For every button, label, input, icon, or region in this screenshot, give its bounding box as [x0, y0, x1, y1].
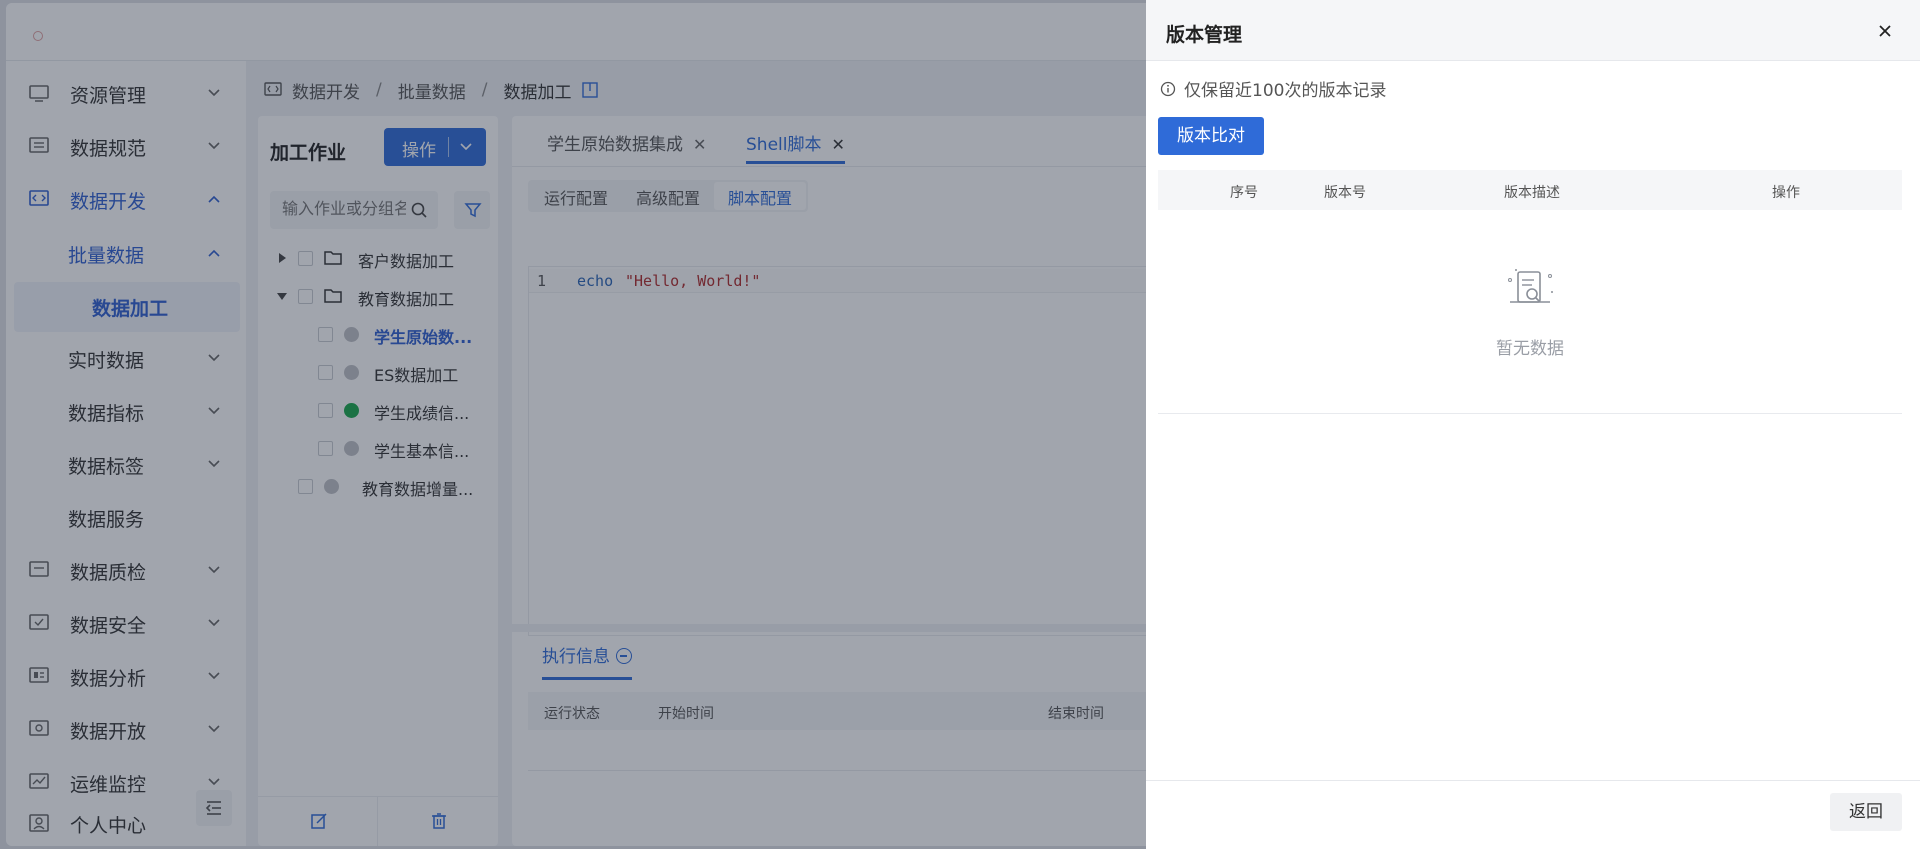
column-header: 版本号 [1324, 185, 1366, 201]
empty-text: 暂无数据 [1496, 339, 1564, 359]
drawer-title: 版本管理 [1166, 24, 1243, 46]
notice-text: 仅保留近100次的版本记录 [1184, 81, 1387, 101]
drawer-footer: 返回 [1146, 780, 1920, 849]
info-icon [1160, 81, 1176, 96]
close-icon[interactable] [1876, 22, 1894, 40]
empty-state: 暂无数据 [1158, 210, 1902, 414]
back-button[interactable]: 返回 [1830, 793, 1902, 831]
version-drawer: 版本管理 仅保留近100次的版本记录 版本比对 序号 版本号 版本描述 操作 暂… [1146, 0, 1920, 849]
column-header: 版本描述 [1504, 185, 1560, 201]
retention-notice: 仅保留近100次的版本记录 [1160, 76, 1386, 101]
empty-document-icon [1508, 269, 1553, 303]
column-header: 操作 [1772, 185, 1800, 201]
version-compare-button[interactable]: 版本比对 [1158, 117, 1264, 155]
version-table-header: 序号 版本号 版本描述 操作 [1158, 170, 1902, 210]
column-header: 序号 [1230, 185, 1258, 201]
drawer-header: 版本管理 [1146, 0, 1920, 61]
